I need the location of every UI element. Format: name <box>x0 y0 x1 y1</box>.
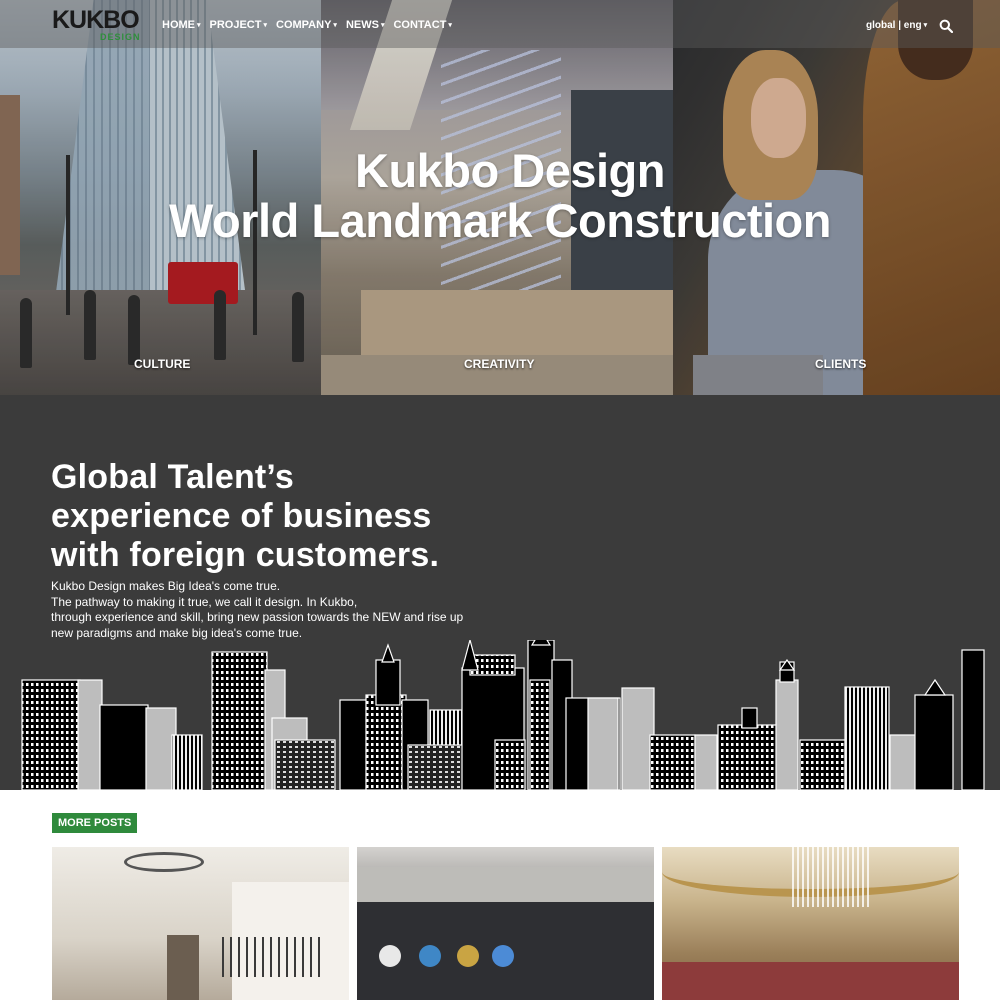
hero-title: Kukbo Design World Landmark Construction <box>0 146 1000 246</box>
main-nav: HOME ▾ PROJECT ▾ COMPANY ▾ NEWS ▾ CONTACT ▾ <box>162 19 461 31</box>
railing-image <box>222 937 322 977</box>
logo[interactable]: KUKBO DESIGN <box>52 6 140 43</box>
nav-item-label: HOME <box>162 19 195 31</box>
nav-item-project[interactable]: PROJECT ▾ <box>210 19 267 31</box>
nav-item-contact[interactable]: CONTACT ▾ <box>393 19 451 31</box>
talent-heading: Global Talent’s experience of business w… <box>51 458 439 575</box>
hero-section: KUKBO DESIGN HOME ▾ PROJECT ▾ COMPANY ▾ NEW… <box>0 0 1000 395</box>
search-icon[interactable] <box>939 19 953 33</box>
talent-heading-line: with foreign customers. <box>51 536 440 574</box>
talent-section: Global Talent’s experience of business w… <box>0 395 1000 790</box>
nav-item-label: CONTACT <box>393 19 447 31</box>
nav-item-label: COMPANY <box>276 19 332 31</box>
more-posts-label[interactable]: MORE POSTS <box>52 813 138 833</box>
talent-description-line: new paradigms and make big idea's come t… <box>51 625 303 640</box>
carpet-image <box>662 962 959 1000</box>
chevron-down-icon: ▾ <box>333 22 337 29</box>
panel-label-culture[interactable]: CULTURE <box>134 357 190 371</box>
game-logo-icon <box>457 945 479 967</box>
post-card-image[interactable] <box>52 847 349 1000</box>
talent-description-line: through experience and skill, bring new … <box>51 610 464 624</box>
city-skyline-illustration <box>21 640 985 790</box>
language-selector[interactable]: global | eng ▾ <box>866 20 927 31</box>
pendant-lamp-image <box>124 852 204 872</box>
post-card-image[interactable] <box>357 847 654 1000</box>
talent-heading-line: experience of business <box>51 497 432 535</box>
nav-item-label: NEWS <box>345 19 379 31</box>
nav-item-company[interactable]: COMPANY ▾ <box>276 19 337 31</box>
talent-description: Kukbo Design makes Big Idea's come true.… <box>51 579 463 641</box>
nav-item-news[interactable]: NEWS ▾ <box>346 19 385 31</box>
ceiling-image <box>357 867 654 907</box>
language-label: global | eng <box>866 20 922 31</box>
game-logo-icon <box>419 945 441 967</box>
overwatch-logo-icon <box>379 945 401 967</box>
talent-description-line: The pathway to making it true, we call i… <box>51 594 358 609</box>
chandelier-image <box>792 847 872 907</box>
logo-wordmark: KUKBO <box>52 6 140 34</box>
chevron-down-icon: ▾ <box>380 22 385 29</box>
navbar: KUKBO DESIGN HOME ▾ PROJECT ▾ COMPANY ▾ NEW… <box>0 0 1000 48</box>
logo-subtitle: DESIGN <box>100 32 141 42</box>
panel-label-clients[interactable]: CLIENTS <box>815 357 866 371</box>
chevron-down-icon: ▾ <box>448 22 452 29</box>
chevron-down-icon: ▾ <box>923 22 928 29</box>
hero-title-line-1: Kukbo Design <box>355 144 665 197</box>
chevron-down-icon: ▾ <box>197 22 201 29</box>
chevron-down-icon: ▾ <box>263 22 267 29</box>
nav-item-home[interactable]: HOME ▾ <box>162 19 201 31</box>
panel-label-creativity[interactable]: CREATIVITY <box>464 357 534 371</box>
nav-item-label: PROJECT <box>209 19 262 31</box>
hero-title-line-2: World Landmark Construction <box>169 194 831 247</box>
post-card-image[interactable] <box>662 847 959 1000</box>
door-image <box>167 935 199 1000</box>
talent-heading-line: Global Talent’s <box>51 458 294 496</box>
game-logo-icon <box>492 945 514 967</box>
talent-description-line: Kukbo Design makes Big Idea's come true. <box>51 579 281 593</box>
